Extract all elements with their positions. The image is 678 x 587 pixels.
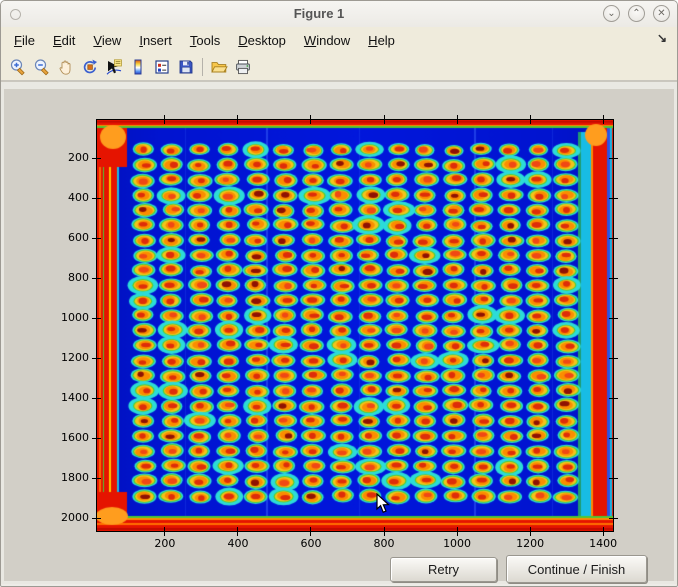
y-tick-label: 1600 <box>45 431 89 445</box>
x-tick <box>310 527 311 536</box>
print-figure-icon[interactable] <box>231 56 255 78</box>
microarray-scan-image <box>97 120 613 531</box>
x-tick <box>603 527 604 536</box>
figure-canvas-area: 200 400 600 800 1000 1200 1400 200 400 600 800 1000… <box>1 89 677 584</box>
menu-bar-items: FileEditViewInsertToolsDesktopWindowHelp <box>5 29 404 52</box>
menu-item-window[interactable]: Window <box>295 29 359 52</box>
save-figure-icon[interactable] <box>174 56 198 78</box>
toolbar-bottom-strip <box>1 81 677 89</box>
y-tick <box>92 238 101 239</box>
y-tick <box>609 398 618 399</box>
y-tick-label: 2000 <box>45 511 89 525</box>
x-tick-label: 200 <box>154 537 175 550</box>
y-tick-label: 600 <box>45 231 89 245</box>
y-tick <box>609 238 618 239</box>
menu-item-insert[interactable]: Insert <box>130 29 181 52</box>
y-tick <box>92 318 101 319</box>
y-tick <box>609 318 618 319</box>
x-tick <box>530 527 531 536</box>
x-tick <box>237 527 238 536</box>
y-tick <box>92 518 101 519</box>
y-tick <box>92 158 101 159</box>
menu-bar: FileEditViewInsertToolsDesktopWindowHelp… <box>1 27 677 53</box>
y-tick <box>609 278 618 279</box>
x-tick-label: 1400 <box>589 537 617 550</box>
x-tick <box>164 527 165 536</box>
y-tick <box>609 438 618 439</box>
x-tick-label: 1200 <box>516 537 544 550</box>
x-tick <box>310 115 311 124</box>
window-title: Figure 1 <box>1 6 637 21</box>
data-cursor-icon[interactable] <box>102 56 126 78</box>
y-tick <box>609 478 618 479</box>
y-tick-label: 400 <box>45 191 89 205</box>
insert-colorbar-icon[interactable] <box>126 56 150 78</box>
y-tick-label: 1200 <box>45 351 89 365</box>
x-tick <box>457 115 458 124</box>
x-tick <box>457 527 458 536</box>
menu-item-tools[interactable]: Tools <box>181 29 229 52</box>
continue-finish-button[interactable]: Continue / Finish <box>506 555 647 583</box>
insert-legend-icon[interactable] <box>150 56 174 78</box>
x-tick <box>603 115 604 124</box>
y-tick <box>92 198 101 199</box>
x-tick <box>384 115 385 124</box>
rotate-3d-icon[interactable] <box>78 56 102 78</box>
y-tick-label: 1400 <box>45 391 89 405</box>
x-tick <box>164 115 165 124</box>
y-tick <box>609 358 618 359</box>
y-tick-label: 200 <box>45 151 89 165</box>
pan-icon[interactable] <box>54 56 78 78</box>
y-tick <box>92 438 101 439</box>
zoom-in-icon[interactable] <box>6 56 30 78</box>
y-tick <box>92 278 101 279</box>
menu-item-edit[interactable]: Edit <box>44 29 84 52</box>
zoom-out-icon[interactable] <box>30 56 54 78</box>
figure-toolbar <box>1 53 677 81</box>
figure-window: Figure 1 ⌄ ⌃ ✕ FileEditViewInsertToolsDe… <box>0 0 678 587</box>
open-folder-icon[interactable] <box>207 56 231 78</box>
retry-button[interactable]: Retry <box>390 557 497 582</box>
dock-figure-icon[interactable]: ↘ <box>657 31 667 45</box>
y-tick-label: 1000 <box>45 311 89 325</box>
title-bar: Figure 1 ⌄ ⌃ ✕ <box>1 1 677 28</box>
y-tick <box>609 158 618 159</box>
toolbar-separator <box>202 58 203 76</box>
y-tick <box>609 518 618 519</box>
x-tick-label: 800 <box>374 537 395 550</box>
y-tick-label: 1800 <box>45 471 89 485</box>
x-tick-label: 600 <box>300 537 321 550</box>
menu-item-file[interactable]: File <box>5 29 44 52</box>
menu-item-help[interactable]: Help <box>359 29 404 52</box>
x-tick-label: 1000 <box>443 537 471 550</box>
y-tick-label: 800 <box>45 271 89 285</box>
y-tick <box>92 358 101 359</box>
x-tick <box>237 115 238 124</box>
minimize-button[interactable]: ⌄ <box>603 5 620 22</box>
y-tick <box>609 198 618 199</box>
window-controls: ⌄ ⌃ ✕ <box>603 5 670 22</box>
menu-item-desktop[interactable]: Desktop <box>229 29 295 52</box>
maximize-button[interactable]: ⌃ <box>628 5 645 22</box>
y-tick <box>92 478 101 479</box>
x-tick <box>530 115 531 124</box>
y-tick <box>92 398 101 399</box>
close-button[interactable]: ✕ <box>653 5 670 22</box>
axes-box: 2004006008001000120014002004006008001000… <box>96 119 614 532</box>
x-tick-label: 400 <box>227 537 248 550</box>
menu-item-view[interactable]: View <box>84 29 130 52</box>
x-tick <box>384 527 385 536</box>
